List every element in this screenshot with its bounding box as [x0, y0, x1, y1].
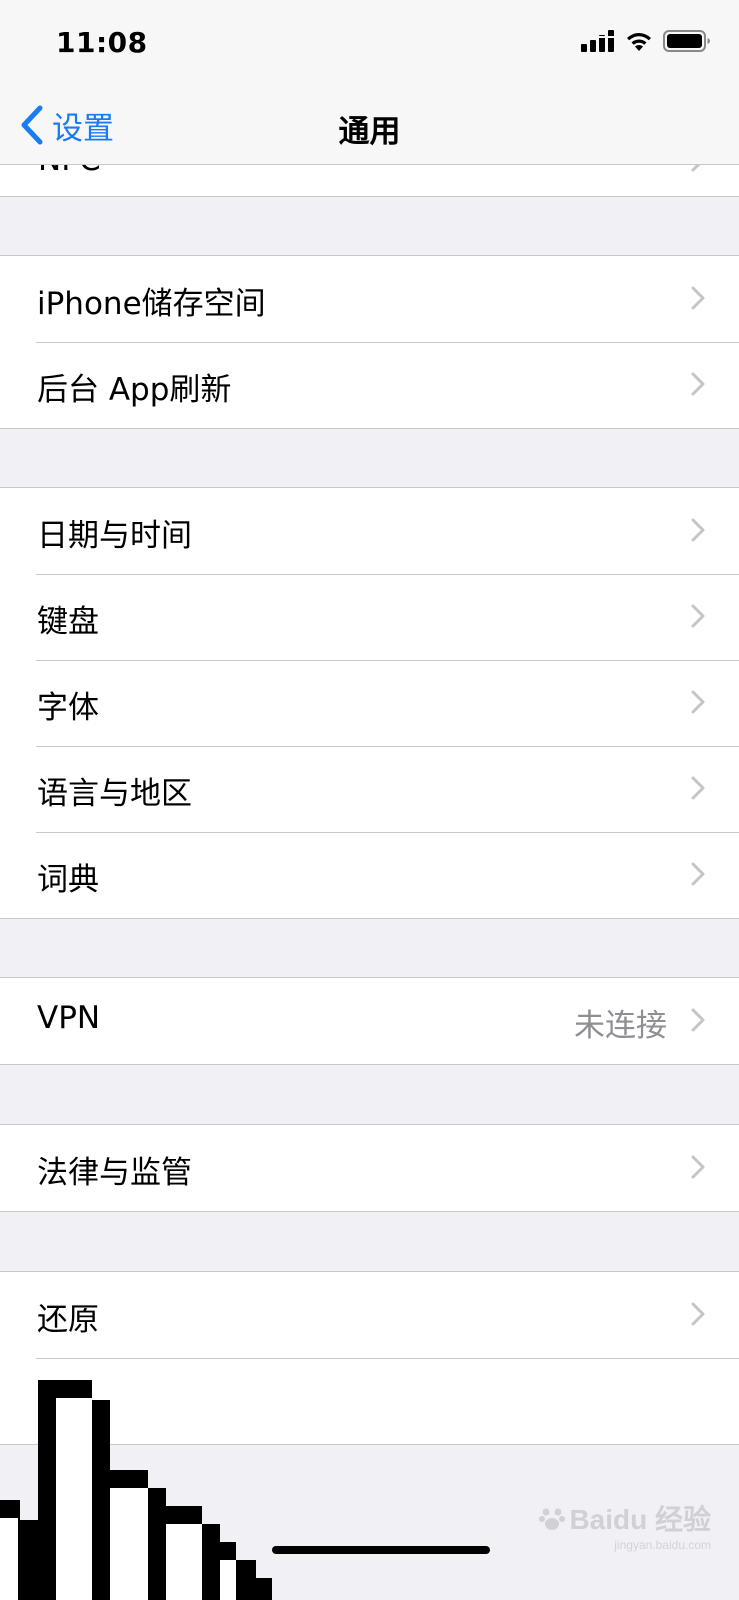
chevron-right-icon [691, 164, 702, 172]
list-item-label: NFC [38, 164, 101, 178]
status-time: 11:08 [56, 26, 148, 59]
settings-group-storage: iPhone储存空间 后台 App刷新 [0, 255, 739, 429]
chevron-right-icon [691, 372, 705, 396]
status-icons [581, 30, 711, 52]
list-item-label: 日期与时间 [37, 518, 192, 554]
list-item-label: 词典 [37, 862, 99, 898]
list-item-legal-regulatory[interactable]: 法律与监管 [0, 1125, 739, 1211]
chevron-right-icon [691, 604, 705, 628]
chevron-right-icon [691, 1008, 705, 1032]
settings-group-vpn: VPN 未连接 [0, 977, 739, 1065]
watermark-url: jingyan.baidu.com [614, 1538, 711, 1552]
list-item-label: 键盘 [37, 604, 99, 640]
list-item-dictionary[interactable]: 词典 [0, 832, 739, 918]
list-item-label: VPN [37, 1000, 101, 1036]
list-item-label: 还原 [37, 1302, 99, 1338]
list-item-label: 法律与监管 [37, 1155, 192, 1191]
cellular-signal-icon [581, 30, 615, 52]
list-item-keyboard[interactable]: 键盘 [0, 574, 739, 660]
list-item-background-app-refresh[interactable]: 后台 App刷新 [0, 342, 739, 428]
list-item-label: iPhone储存空间 [37, 286, 266, 322]
navigation-bar: 设置 通用 [0, 88, 739, 165]
list-item-language-region[interactable]: 语言与地区 [0, 746, 739, 832]
wifi-icon [627, 33, 651, 51]
pointer-hand-icon [0, 1380, 490, 1600]
chevron-right-icon [691, 1302, 705, 1326]
list-item-label: 后台 App刷新 [37, 372, 232, 408]
watermark: Baidu 经验 jingyan.baidu.com [539, 1498, 711, 1552]
watermark-text: Baidu 经验 [569, 1504, 711, 1535]
battery-icon [663, 30, 710, 52]
page-title: 通用 [338, 114, 401, 150]
chevron-right-icon [691, 1155, 705, 1179]
vpn-status-value: 未连接 [574, 1008, 667, 1044]
list-item-nfc[interactable]: NFC [0, 164, 739, 197]
chevron-right-icon [691, 776, 705, 800]
chevron-right-icon [691, 862, 705, 886]
settings-group-legal: 法律与监管 [0, 1124, 739, 1212]
list-item-label: 字体 [37, 690, 99, 726]
list-item-reset[interactable]: 还原 [0, 1272, 739, 1358]
settings-group-language: 日期与时间 键盘 字体 语言与地区 词典 [0, 487, 739, 919]
list-item-fonts[interactable]: 字体 [0, 660, 739, 746]
list-item-vpn[interactable]: VPN 未连接 [0, 978, 739, 1064]
watermark-main: Baidu 经验 [539, 1498, 711, 1538]
list-item-date-time[interactable]: 日期与时间 [0, 488, 739, 574]
list-item-label: 语言与地区 [37, 776, 192, 812]
chevron-right-icon [691, 518, 705, 542]
chevron-right-icon [691, 690, 705, 714]
list-item-iphone-storage[interactable]: iPhone储存空间 [0, 256, 739, 342]
status-bar: 11:08 [0, 0, 739, 88]
chevron-right-icon [691, 286, 705, 310]
paw-icon [539, 1508, 566, 1530]
